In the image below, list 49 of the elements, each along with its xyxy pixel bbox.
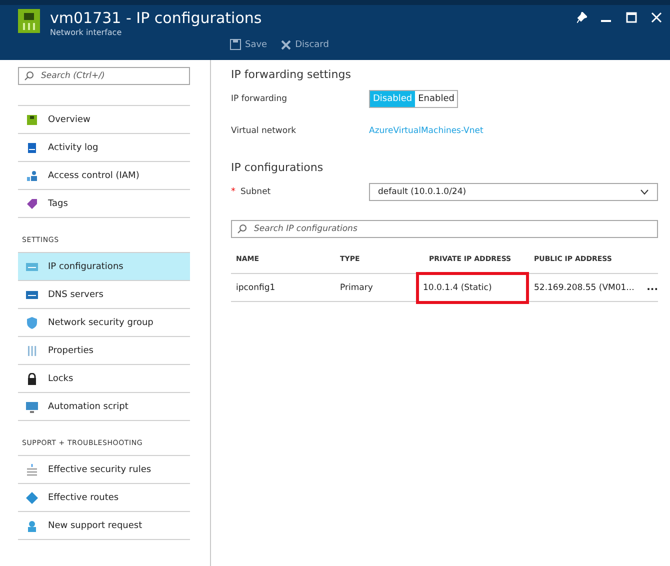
sidebar-item[interactable]: Effective security rules <box>18 456 190 484</box>
search-icon <box>24 71 34 81</box>
field-label: IP forwarding <box>231 94 288 104</box>
sidebar-item[interactable]: Automation script <box>18 393 190 421</box>
lock-icon <box>26 372 38 384</box>
field-label: Subnet <box>240 187 271 197</box>
sidebar-item[interactable]: DNS servers <box>18 281 190 309</box>
person-icon <box>26 520 38 532</box>
log-icon <box>26 142 38 154</box>
nic-icon <box>18 9 40 33</box>
save-icon <box>230 39 241 50</box>
section-title: IP configurations <box>231 161 324 174</box>
sidebar-item[interactable]: Network security group <box>18 309 190 337</box>
sidebar-item[interactable]: Access control (IAM) <box>18 162 190 190</box>
sidebar-item[interactable]: Activity log <box>18 134 190 162</box>
nic-card-icon <box>26 260 38 272</box>
close-icon <box>281 40 292 50</box>
people-icon <box>26 170 38 182</box>
save-button[interactable]: Save <box>230 39 268 50</box>
table-cell: 10.0.1.4 (Static) <box>419 274 526 300</box>
required-mark: * <box>231 187 236 197</box>
maximize-icon[interactable] <box>626 12 637 23</box>
tag-icon <box>26 198 38 210</box>
table-cell: 52.169.208.55 (VM01... ... <box>534 282 658 293</box>
close-icon[interactable] <box>651 12 662 23</box>
pin-icon[interactable] <box>577 12 587 23</box>
nic-icon <box>26 114 38 126</box>
blade-subtitle: Network interface <box>50 28 123 37</box>
sidebar-item[interactable]: Properties <box>18 337 190 365</box>
sidebar-item[interactable]: Tags <box>18 190 190 218</box>
sidebar-item[interactable]: Effective routes <box>18 484 190 512</box>
more-button[interactable]: ... <box>646 282 658 293</box>
sidebar-item[interactable]: New support request <box>18 512 190 540</box>
search-field[interactable]: Search IP configurations <box>231 220 658 238</box>
field-label: Virtual network <box>231 126 297 136</box>
shield-icon <box>26 316 38 328</box>
search-field[interactable]: Search (Ctrl+/) <box>18 67 190 85</box>
discard-button[interactable]: Discard <box>281 39 329 50</box>
search-icon <box>237 224 247 234</box>
section-title: IP forwarding settings <box>231 68 352 81</box>
table-cell-text: ipconfig1 <box>236 282 276 292</box>
chevron-icon <box>640 189 649 195</box>
monitor-icon <box>26 400 38 412</box>
sidebar-item[interactable]: IP configurations <box>18 253 190 281</box>
sidebar-item[interactable]: Locks <box>18 365 190 393</box>
diamond-icon <box>26 492 38 504</box>
subnet-dropdown[interactable]: default (10.0.1.0/24) <box>369 183 658 201</box>
sidebar-item[interactable]: Overview <box>18 106 190 134</box>
blade-title: vm01731 - IP configurations <box>50 9 263 28</box>
